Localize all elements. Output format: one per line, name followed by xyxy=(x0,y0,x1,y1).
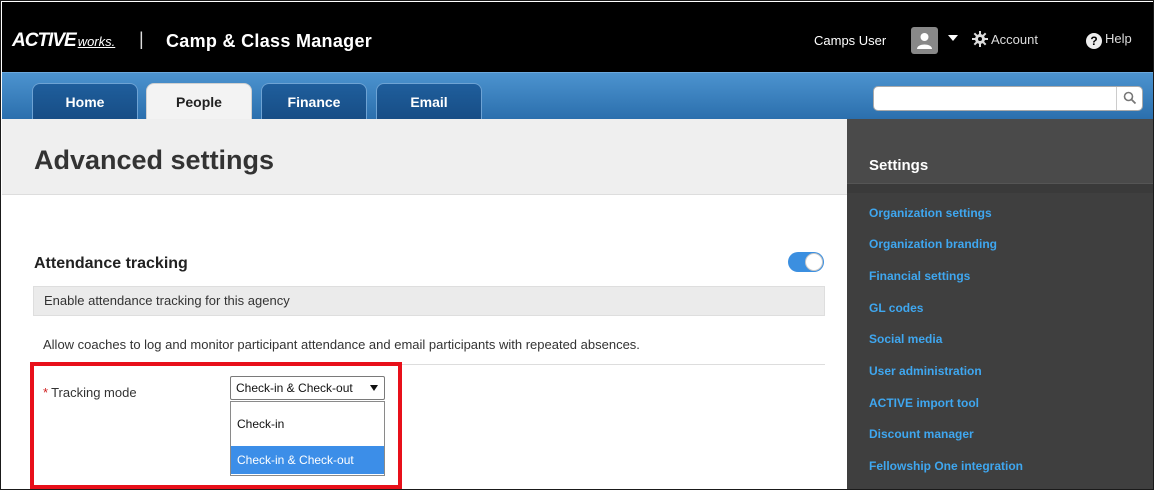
help-icon: ? xyxy=(1086,33,1102,49)
account-link[interactable]: Account xyxy=(972,31,1038,47)
sidebar-item-gl-codes[interactable]: GL codes xyxy=(869,301,923,315)
toggle-knob xyxy=(805,253,823,271)
user-menu-chevron-down-icon[interactable] xyxy=(948,35,958,41)
tab-email[interactable]: Email xyxy=(376,83,482,120)
sidebar-item-user-administration[interactable]: User administration xyxy=(869,364,982,378)
help-label: Help xyxy=(1105,31,1132,46)
tab-finance[interactable]: Finance xyxy=(261,83,367,120)
sidebar-title: Settings xyxy=(869,157,929,174)
tab-people[interactable]: People xyxy=(146,83,252,120)
sidebar-item-financial-settings[interactable]: Financial settings xyxy=(869,269,970,283)
settings-sidebar: Settings Organization settings Organizat… xyxy=(847,119,1153,489)
user-name[interactable]: Camps User xyxy=(814,33,886,48)
active-works-logo[interactable]: ACTIVE works. xyxy=(12,30,115,52)
account-label: Account xyxy=(991,32,1038,47)
logo-sub: works. xyxy=(77,34,116,49)
help-link[interactable]: ? Help xyxy=(1086,31,1132,49)
search-input[interactable] xyxy=(873,86,1143,111)
main-content: Advanced settings Attendance tracking En… xyxy=(2,119,847,489)
red-highlight-box xyxy=(30,362,402,489)
sidebar-item-fellowship-one-integration[interactable]: Fellowship One integration xyxy=(869,459,1023,473)
user-icon xyxy=(917,33,932,49)
avatar[interactable] xyxy=(911,27,938,54)
sidebar-header: Settings xyxy=(847,119,1153,183)
app-title: Camp & Class Manager xyxy=(166,31,373,51)
sidebar-item-discount-manager[interactable]: Discount manager xyxy=(869,427,974,441)
page-title: Advanced settings xyxy=(34,145,275,175)
sidebar-divider xyxy=(847,183,1153,193)
main-nav: Home People Finance Email xyxy=(2,72,1153,120)
sidebar-item-organization-settings[interactable]: Organization settings xyxy=(869,206,992,220)
tab-home[interactable]: Home xyxy=(32,83,138,120)
gear-icon xyxy=(972,31,988,47)
enable-attendance-row: Enable attendance tracking for this agen… xyxy=(33,286,825,316)
sidebar-item-active-import-tool[interactable]: ACTIVE import tool xyxy=(869,396,979,410)
sidebar-item-social-media[interactable]: Social media xyxy=(869,332,942,346)
search-icon xyxy=(1123,91,1137,105)
title-separator: | xyxy=(139,29,144,49)
search-button[interactable] xyxy=(1116,87,1142,110)
top-bar: ACTIVE works. | Camp & Class Manager Camp… xyxy=(2,2,1153,72)
attendance-tracking-toggle[interactable] xyxy=(788,252,824,272)
attendance-description: Allow coaches to log and monitor partici… xyxy=(43,337,640,352)
section-title: Attendance tracking xyxy=(34,255,188,272)
title-band: Advanced settings xyxy=(2,119,847,195)
app-window: ACTIVE works. | Camp & Class Manager Camp… xyxy=(0,0,1154,490)
sidebar-item-organization-branding[interactable]: Organization branding xyxy=(869,237,997,251)
logo-text: ACTIVE xyxy=(12,30,77,51)
